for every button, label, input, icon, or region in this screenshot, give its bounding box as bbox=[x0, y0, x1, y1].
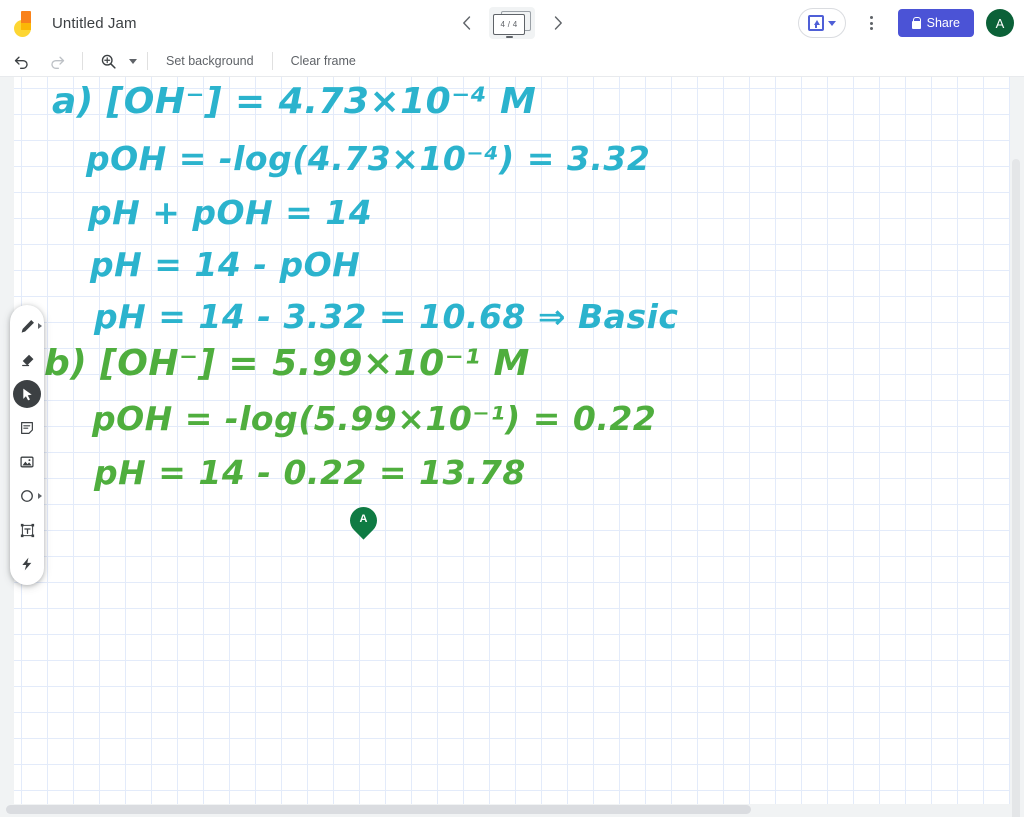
collaborator-cursor-pin-icon: A bbox=[344, 501, 383, 540]
vertical-scrollbar[interactable] bbox=[1011, 157, 1021, 820]
kebab-dot bbox=[870, 27, 874, 30]
previous-frame-button[interactable] bbox=[453, 10, 479, 36]
cursor-arrow-icon bbox=[22, 388, 32, 400]
set-background-button[interactable]: Set background bbox=[158, 50, 262, 72]
kebab-dot bbox=[870, 16, 874, 19]
image-icon bbox=[20, 456, 34, 468]
pen-icon bbox=[21, 319, 34, 332]
tool-palette bbox=[10, 305, 44, 585]
laser-pointer-icon bbox=[22, 557, 32, 571]
next-frame-button[interactable] bbox=[545, 10, 571, 36]
jam-canvas[interactable]: a) [OH⁻] = 4.73×10⁻⁴ M pOH = -log(4.73×1… bbox=[14, 77, 1010, 804]
present-button[interactable] bbox=[797, 8, 846, 38]
share-button-label: Share bbox=[926, 16, 960, 30]
undo-icon bbox=[14, 56, 28, 69]
frame-stand-icon bbox=[506, 36, 513, 38]
top-app-bar: Untitled Jam 4 / 4 Share A bbox=[0, 0, 1024, 46]
handwriting-line: pH + pOH = 14 bbox=[88, 193, 373, 232]
brand-area: Untitled Jam bbox=[12, 8, 137, 38]
share-button[interactable]: Share bbox=[897, 9, 974, 37]
zoom-dropdown-caret[interactable] bbox=[129, 58, 137, 64]
undo-button[interactable] bbox=[6, 48, 36, 74]
image-tool[interactable] bbox=[13, 448, 41, 476]
avatar[interactable]: A bbox=[986, 9, 1014, 37]
chevron-right-icon bbox=[554, 16, 562, 30]
laser-tool[interactable] bbox=[13, 550, 41, 578]
jamboard-logo-icon bbox=[12, 8, 38, 38]
handwriting-line: pOH = -log(5.99×10⁻¹) = 0.22 bbox=[92, 399, 657, 438]
toolbar-divider bbox=[82, 52, 83, 70]
document-title[interactable]: Untitled Jam bbox=[52, 15, 137, 32]
frame-stack-front-icon: 4 / 4 bbox=[493, 14, 525, 35]
horizontal-scrollbar-thumb[interactable] bbox=[6, 805, 751, 814]
vertical-scrollbar-thumb[interactable] bbox=[1012, 159, 1020, 820]
top-bar-actions: Share A bbox=[797, 0, 1014, 46]
handwriting-line: b) [OH⁻] = 5.99×10⁻¹ M bbox=[44, 343, 530, 384]
zoom-in-icon bbox=[101, 54, 116, 69]
shape-submenu-caret-icon[interactable] bbox=[38, 493, 42, 499]
more-options-button[interactable] bbox=[856, 7, 888, 39]
clear-frame-button[interactable]: Clear frame bbox=[283, 50, 364, 72]
edit-toolbar: Set background Clear frame bbox=[0, 46, 1024, 77]
frame-counter-label: 4 / 4 bbox=[500, 20, 518, 29]
pen-submenu-caret-icon[interactable] bbox=[38, 323, 42, 329]
select-tool[interactable] bbox=[13, 380, 41, 408]
present-icon bbox=[807, 15, 824, 31]
shape-tool[interactable] bbox=[13, 482, 42, 510]
ink-layer: a) [OH⁻] = 4.73×10⁻⁴ M pOH = -log(4.73×1… bbox=[14, 77, 1010, 804]
frame-counter-button[interactable]: 4 / 4 bbox=[489, 7, 535, 39]
sticky-note-tool[interactable] bbox=[13, 414, 41, 442]
toolbar-divider bbox=[147, 52, 148, 70]
work-area: a) [OH⁻] = 4.73×10⁻⁴ M pOH = -log(4.73×1… bbox=[0, 77, 1024, 820]
handwriting-line: pH = 14 - 3.32 = 10.68 ⇒ Basic bbox=[94, 297, 679, 336]
eraser-tool[interactable] bbox=[13, 346, 41, 374]
handwriting-line: a) [OH⁻] = 4.73×10⁻⁴ M bbox=[52, 81, 537, 122]
chevron-left-icon bbox=[462, 16, 470, 30]
frame-navigator: 4 / 4 bbox=[453, 0, 571, 46]
redo-icon bbox=[50, 56, 64, 69]
pen-tool[interactable] bbox=[13, 312, 42, 340]
text-box-tool[interactable] bbox=[13, 516, 41, 544]
lock-icon bbox=[911, 16, 922, 29]
kebab-dot bbox=[870, 21, 874, 25]
circle-shape-icon bbox=[21, 490, 33, 502]
toolbar-divider bbox=[271, 52, 273, 70]
eraser-icon bbox=[21, 354, 33, 366]
collaborator-initial: A bbox=[359, 513, 368, 525]
handwriting-line: pOH = -log(4.73×10⁻⁴) = 3.32 bbox=[86, 139, 651, 178]
text-box-icon bbox=[20, 523, 34, 537]
handwriting-line: pH = 14 - 0.22 = 13.78 bbox=[94, 453, 526, 492]
zoom-button[interactable] bbox=[93, 48, 123, 74]
handwriting-line: pH = 14 - pOH bbox=[90, 245, 361, 284]
chevron-down-icon bbox=[827, 20, 836, 26]
sticky-note-icon bbox=[21, 422, 33, 434]
horizontal-scrollbar[interactable] bbox=[0, 804, 1024, 814]
redo-button[interactable] bbox=[42, 48, 72, 74]
